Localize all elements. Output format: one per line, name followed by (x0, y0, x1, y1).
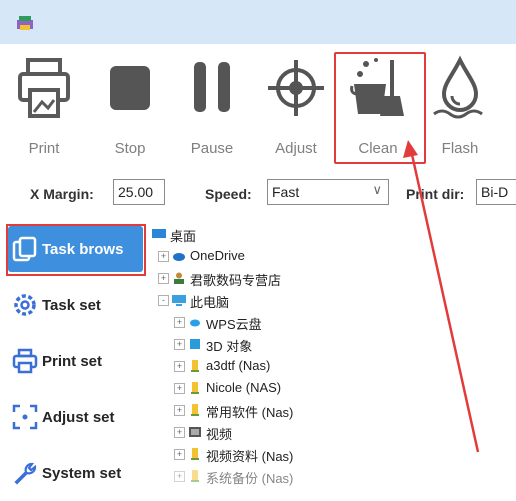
adjust-label: Adjust (275, 140, 317, 157)
adjust-button[interactable]: Adjust (264, 50, 328, 162)
sidebar-item-label: Task set (42, 297, 101, 314)
print-dir-label: Print dir: (406, 186, 465, 202)
speed-value: Fast (272, 184, 300, 200)
print-button[interactable]: Print (12, 50, 76, 162)
sidebar-item-adjust-set[interactable]: Adjust set (8, 394, 143, 440)
tree-node-label: 君歌数码专营店 (190, 273, 282, 288)
print-label: Print (28, 140, 60, 157)
printer-icon (18, 58, 70, 118)
expand-icon[interactable]: + (174, 383, 185, 394)
sidebar-item-label: Print set (42, 353, 103, 370)
expand-icon[interactable]: + (158, 251, 169, 262)
folder-tree: 桌面 + OneDrive + 君歌数码专营店 - 此电脑 + WPS云盘 + … (152, 222, 516, 501)
expand-icon[interactable]: + (174, 471, 185, 482)
options-bar: X Margin: 25.00 Speed: Fast ∨ Print dir:… (0, 166, 516, 216)
drive-icon (191, 448, 199, 460)
expand-icon[interactable]: + (174, 449, 185, 460)
clean-highlight-box (334, 52, 426, 164)
wrench-icon (14, 462, 37, 485)
adjust-icon (12, 404, 38, 430)
tree-node-label: 视频资料 (Nas) (206, 449, 294, 464)
x-margin-label: X Margin: (30, 186, 94, 202)
pause-label: Pause (190, 140, 234, 157)
speed-select[interactable]: Fast ∨ (267, 179, 389, 205)
stop-label: Stop (114, 140, 146, 157)
collapse-icon[interactable]: - (158, 295, 169, 306)
tree-node-label: WPS云盘 (206, 317, 262, 332)
speed-label: Speed: (205, 186, 252, 202)
printer-icon (12, 348, 38, 374)
tree-node-label: 桌面 (170, 229, 197, 244)
video-icon (189, 427, 201, 437)
ink-drop-icon (433, 55, 483, 119)
flash-button[interactable]: Flash (428, 50, 492, 162)
cloud-icon (190, 319, 200, 327)
sidebar-item-label: Adjust set (42, 409, 115, 426)
pause-button[interactable]: Pause (180, 50, 244, 162)
drive-icon (191, 360, 199, 372)
tree-node-label: Nicole (NAS) (206, 380, 282, 395)
expand-icon[interactable]: + (158, 273, 169, 284)
user-icon (174, 272, 184, 284)
gear-icon (14, 294, 36, 316)
drive-icon (191, 470, 199, 482)
cloud-icon (173, 253, 185, 261)
chevron-down-icon: ∨ (372, 182, 382, 197)
expand-icon[interactable]: + (174, 317, 185, 328)
print-dir-select[interactable]: Bi-D (476, 179, 516, 205)
desktop-icon (152, 229, 166, 238)
drive-icon (191, 382, 199, 394)
sidebar-item-label: System set (42, 465, 122, 482)
stop-button[interactable]: Stop (98, 50, 162, 162)
app-logo-icon (17, 16, 33, 30)
main-toolbar: Print Stop Pause Adjust Clean Flash (0, 44, 516, 165)
flash-label: Flash (441, 140, 479, 157)
expand-icon[interactable]: + (174, 405, 185, 416)
expand-icon[interactable]: + (174, 339, 185, 350)
expand-icon[interactable]: + (174, 361, 185, 372)
sidebar-item-print-set[interactable]: Print set (8, 338, 143, 384)
tree-node-label: a3dtf (Nas) (206, 358, 271, 373)
tree-node-label: OneDrive (190, 248, 245, 263)
tree-node-label: 3D 对象 (206, 339, 253, 354)
task-brows-highlight-box (6, 224, 146, 276)
x-margin-input[interactable]: 25.00 (113, 179, 165, 205)
title-bar (0, 0, 516, 45)
sidebar-item-system-set[interactable]: System set (8, 450, 143, 496)
crosshair-icon (268, 60, 324, 116)
tree-node-label: 常用软件 (Nas) (206, 405, 294, 420)
stop-icon (110, 66, 150, 110)
cube-icon (190, 339, 200, 349)
computer-icon (172, 295, 186, 306)
sidebar-item-task-set[interactable]: Task set (8, 282, 143, 328)
tree-node-label: 此电脑 (190, 295, 230, 310)
tree-node-label: 视频 (206, 427, 233, 442)
expand-icon[interactable]: + (174, 427, 185, 438)
drive-icon (191, 404, 199, 416)
pause-icon (194, 62, 230, 112)
tree-node-label: 系统备份 (Nas) (206, 471, 294, 486)
